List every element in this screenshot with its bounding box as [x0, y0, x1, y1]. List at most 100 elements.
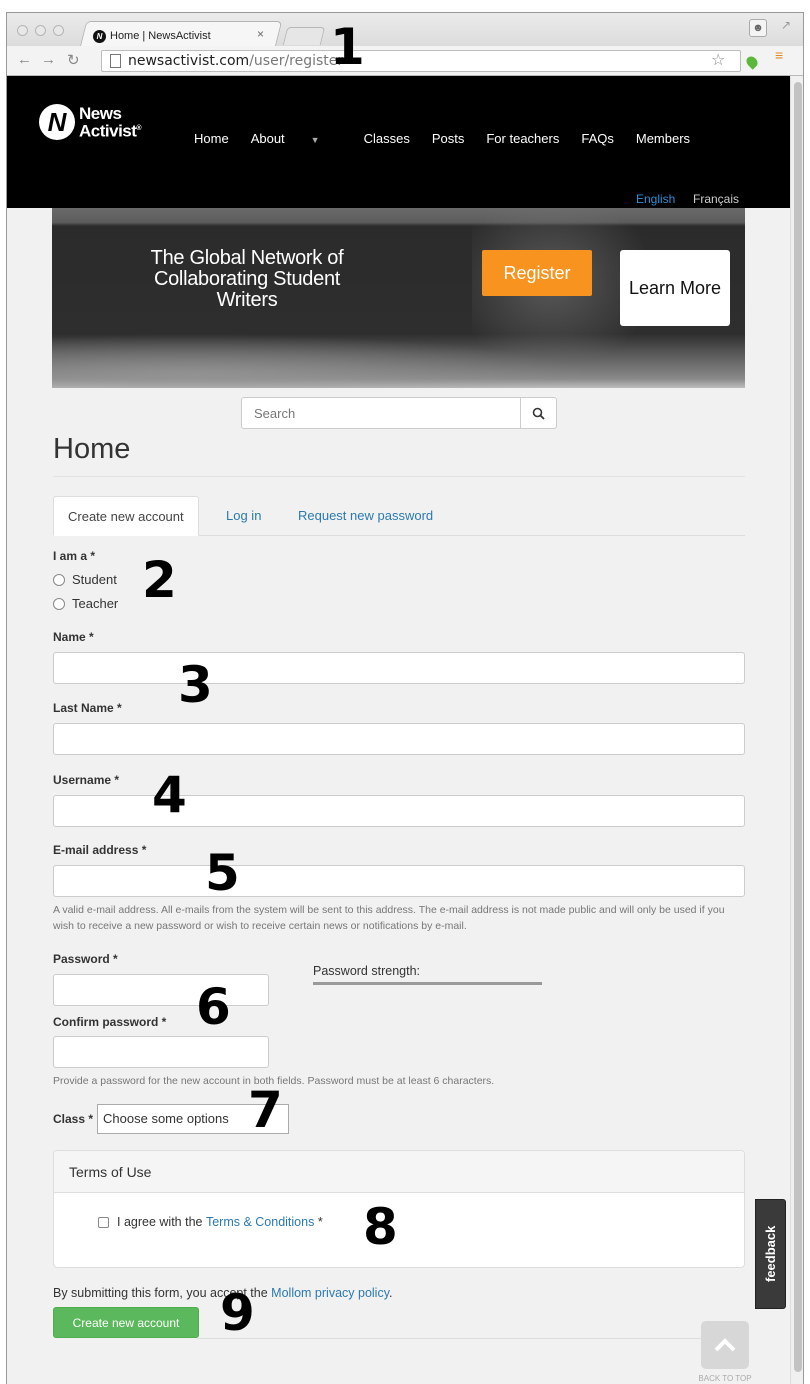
browser-tab-content: N Home | NewsActivist [93, 25, 211, 47]
hero-banner: The Global Network of Collaborating Stud… [52, 208, 745, 388]
browser-toolbar: ← → ↻ newsactivist.com/user/register ☆ ≡ [7, 46, 803, 76]
password-strength-label: Password strength: [313, 964, 420, 978]
fullscreen-icon[interactable]: ↗ [781, 18, 791, 32]
web-page: N News Activist® Home About ▼ Classes Pos… [7, 76, 790, 1384]
last-name-field[interactable] [53, 723, 745, 755]
annotation-6: 6 [196, 978, 231, 1036]
name-field[interactable] [53, 652, 745, 684]
tab-log-in[interactable]: Log in [212, 496, 275, 536]
lang-francais[interactable]: Français [693, 192, 739, 206]
profile-icon[interactable]: ☻ [749, 19, 767, 37]
search-button[interactable] [520, 398, 556, 428]
hero-photo-lowlight [52, 318, 745, 388]
password-label: Password * [53, 952, 118, 966]
nav-faqs[interactable]: FAQs [581, 131, 614, 146]
password-help-text: Provide a password for the new account i… [53, 1075, 495, 1087]
search-box [241, 397, 557, 429]
password-strength-bar [313, 982, 542, 985]
email-help-text: A valid e-mail address. All e-mails from… [53, 904, 725, 932]
username-label: Username * [53, 773, 120, 787]
confirm-password-label: Confirm password * [53, 1015, 167, 1029]
terms-link[interactable]: Terms & Conditions [206, 1215, 314, 1229]
nav-posts[interactable]: Posts [432, 131, 465, 146]
annotation-9: 9 [220, 1284, 255, 1342]
browser-menu-icon[interactable]: ≡ [775, 48, 783, 62]
nav-about-label: About [250, 131, 285, 146]
logo-text: News Activist® [79, 103, 142, 141]
email-field[interactable] [53, 865, 745, 897]
close-window-button[interactable] [17, 25, 28, 36]
privacy-link[interactable]: Mollom privacy policy [271, 1286, 389, 1300]
teacher-radio[interactable] [53, 597, 65, 610]
role-teacher[interactable]: Teacher [53, 596, 118, 611]
nav-about[interactable]: About ▼ [251, 131, 342, 146]
learn-more-button[interactable]: Learn More [620, 250, 730, 326]
tab-create-account[interactable]: Create new account [53, 496, 199, 536]
bookmark-star-icon[interactable]: ☆ [711, 50, 725, 70]
terms-title: Terms of Use [54, 1151, 744, 1193]
student-radio[interactable] [53, 573, 65, 586]
annotation-4: 4 [152, 766, 187, 824]
lang-english[interactable]: English [636, 192, 675, 206]
annotation-1: 1 [330, 18, 365, 76]
email-label: E-mail address * [53, 843, 147, 857]
name-label: Name * [53, 630, 94, 644]
caret-down-icon: ▼ [310, 135, 320, 145]
feedback-tab[interactable]: feedback [755, 1199, 786, 1309]
page-scrollbar[interactable] [790, 76, 803, 1384]
nav-home[interactable]: Home [194, 131, 229, 146]
student-label: Student [72, 572, 117, 587]
title-bar: N Home | NewsActivist × ☻ ↗ [7, 13, 803, 47]
logo-line-2: Activist [79, 121, 137, 141]
tab-close-icon[interactable]: × [257, 27, 264, 41]
logo-line-1: News [79, 103, 122, 123]
chevron-up-icon [714, 1338, 736, 1352]
search-input[interactable] [242, 398, 520, 428]
password-field[interactable] [53, 974, 269, 1006]
page-icon [110, 54, 121, 68]
site-header: N News Activist® Home About ▼ Classes Pos… [7, 76, 790, 208]
forward-icon[interactable]: → [41, 51, 56, 68]
extension-leaf-icon[interactable] [744, 54, 760, 70]
terms-required: * [317, 1215, 323, 1229]
bottom-divider [197, 1338, 745, 1339]
terms-checkbox[interactable] [98, 1216, 109, 1228]
registered-icon: ® [136, 124, 142, 132]
create-account-button[interactable]: Create new account [53, 1307, 199, 1338]
url-host: newsactivist.com [128, 53, 250, 69]
terms-agree-row: I agree with the Terms & Conditions * [98, 1215, 323, 1229]
annotation-2: 2 [142, 551, 177, 609]
main-nav: Home About ▼ Classes Posts For teachers F… [194, 131, 712, 146]
annotation-5: 5 [205, 844, 240, 902]
nav-classes[interactable]: Classes [364, 131, 410, 146]
account-tabs: Create new account Log in Request new pa… [53, 496, 745, 536]
zoom-window-button[interactable] [53, 25, 64, 36]
privacy-suffix: . [389, 1286, 393, 1300]
annotation-8: 8 [363, 1198, 398, 1256]
search-icon [532, 407, 545, 420]
address-bar[interactable]: newsactivist.com/user/register [101, 50, 741, 72]
back-to-top-button[interactable] [701, 1321, 749, 1369]
tab-request-password[interactable]: Request new password [284, 496, 447, 536]
role-student[interactable]: Student [53, 572, 117, 587]
teacher-label: Teacher [72, 596, 119, 611]
site-logo[interactable]: N News Activist® [39, 103, 142, 141]
confirm-password-field[interactable] [53, 1036, 269, 1068]
register-button[interactable]: Register [482, 250, 592, 296]
new-tab-button[interactable] [282, 27, 326, 45]
scrollbar-thumb[interactable] [794, 82, 802, 1372]
annotation-7: 7 [248, 1081, 283, 1139]
browser-window: N Home | NewsActivist × ☻ ↗ ← → ↻ newsac… [6, 12, 804, 1384]
role-label: I am a * [53, 549, 96, 563]
class-label: Class * [53, 1112, 94, 1126]
minimize-window-button[interactable] [35, 25, 46, 36]
page-title: Home [53, 433, 131, 465]
last-name-label: Last Name * [53, 701, 122, 715]
back-icon[interactable]: ← [17, 51, 32, 68]
reload-icon[interactable]: ↻ [67, 51, 80, 69]
nav-members[interactable]: Members [636, 131, 690, 146]
terms-prefix: I agree with the [117, 1215, 203, 1229]
nav-for-teachers[interactable]: For teachers [486, 131, 559, 146]
logo-n-icon: N [39, 104, 75, 140]
back-to-top-label: BACK TO TOP [698, 1374, 752, 1383]
